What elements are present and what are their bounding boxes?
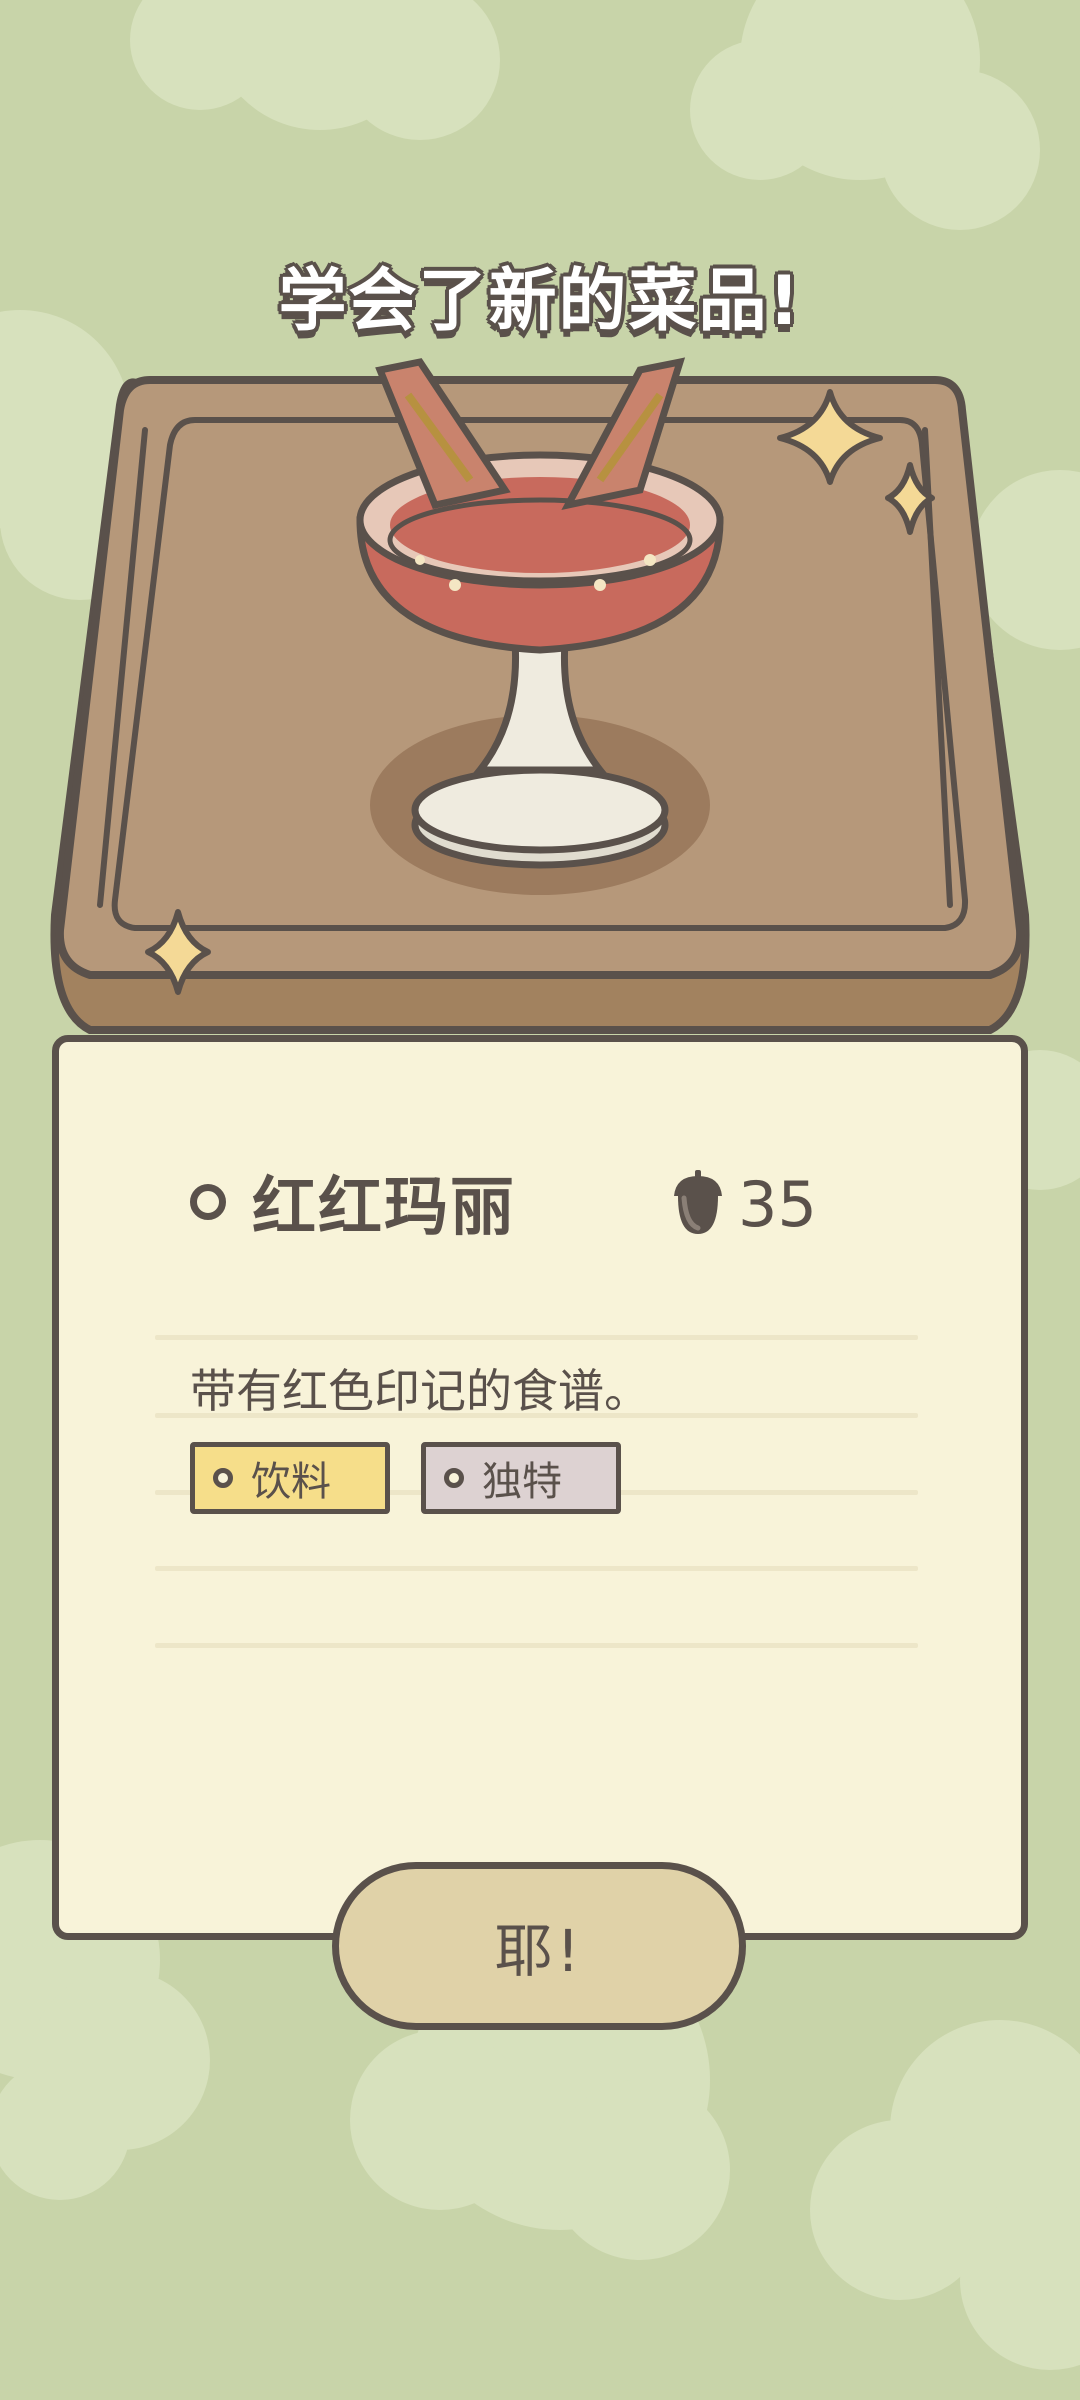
acorn-icon — [674, 1170, 722, 1234]
dish-title-row: 红红玛丽 — [190, 1157, 516, 1247]
price-value: 35 — [738, 1167, 817, 1241]
confirm-button[interactable]: 耶! — [332, 1862, 746, 2030]
tag-dot-icon — [213, 1468, 233, 1488]
tag-unique: 独特 — [421, 1442, 621, 1514]
tag-label: 独特 — [482, 1459, 562, 1505]
dish-description: 带有红色印记的食谱。 — [190, 1364, 650, 1418]
tag-label: 饮料 — [251, 1459, 331, 1505]
ruled-line — [155, 1335, 918, 1340]
bullet-icon — [190, 1184, 226, 1220]
tag-dot-icon — [444, 1468, 464, 1488]
dish-price: 35 — [670, 1160, 817, 1248]
ruled-line — [155, 1566, 918, 1571]
tag-drink: 饮料 — [190, 1442, 390, 1514]
dish-name: 红红玛丽 — [252, 1171, 516, 1245]
learned-new-dish-banner: 学会了新的菜品! — [278, 262, 802, 341]
ruled-line — [155, 1643, 918, 1648]
